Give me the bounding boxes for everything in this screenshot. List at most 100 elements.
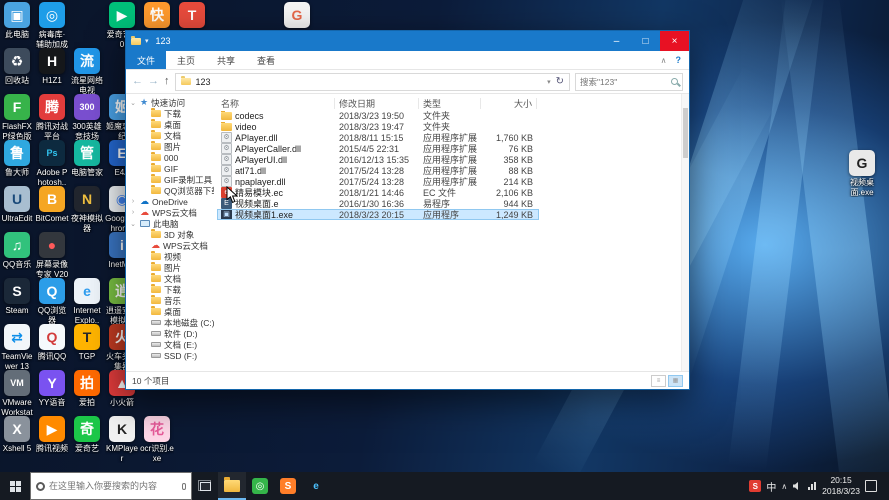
maximize-button[interactable]: □ xyxy=(631,31,660,51)
start-button[interactable] xyxy=(0,472,30,500)
ribbon-tab[interactable]: 文件 xyxy=(126,51,167,69)
nav-item[interactable]: 桌面 xyxy=(126,119,214,130)
desktop-icon[interactable]: ♻ 回收站 xyxy=(0,48,34,86)
desktop-icon[interactable]: ◎ 病毒库·辅助加成 xyxy=(35,2,69,49)
breadcrumb[interactable]: 123 ▾ ↻ xyxy=(174,72,570,91)
column-header[interactable]: 大小 xyxy=(481,97,537,109)
desktop-icon[interactable]: T TGP xyxy=(70,324,104,362)
desktop-icon[interactable]: 拍 爱拍 xyxy=(70,370,104,408)
desktop-icon[interactable]: B BitComet xyxy=(35,186,69,224)
desktop-icon[interactable]: K KMPlayer xyxy=(105,416,139,463)
nav-item[interactable]: 软件 (D:) xyxy=(126,328,214,339)
expander-icon[interactable]: › xyxy=(129,198,137,205)
nav-item[interactable]: ⌄ ★ 快速访问 xyxy=(126,97,214,108)
ribbon-tab[interactable]: 共享 xyxy=(206,51,246,69)
desktop-icon[interactable]: ▶ 腾讯视频 xyxy=(35,416,69,454)
window-titlebar[interactable]: ▾ 123 – □ × xyxy=(126,31,689,51)
task-view-button[interactable] xyxy=(192,472,218,500)
breadcrumb-path[interactable]: 123 xyxy=(196,77,211,87)
taskbar-search-box[interactable] xyxy=(30,472,192,500)
desktop-icon[interactable]: Q 腾讯QQ xyxy=(35,324,69,362)
nav-item[interactable]: › ☁ OneDrive xyxy=(126,196,214,207)
nav-item[interactable]: QQ浏览器下载 xyxy=(126,185,214,196)
file-row[interactable]: ⚙ APlayerUI.dll 2016/12/13 15:35 应用程序扩展 3… xyxy=(217,154,539,165)
desktop-icon[interactable]: N 夜神模拟器 xyxy=(70,186,104,233)
help-icon[interactable]: ? xyxy=(676,55,682,65)
nav-item[interactable]: GIF录制工具 xyxy=(126,174,214,185)
nav-item[interactable]: 文档 (E:) xyxy=(126,339,214,350)
details-view-icon[interactable]: ≡ xyxy=(651,374,666,387)
nav-item[interactable]: 桌面 xyxy=(126,306,214,317)
breadcrumb-dropdown-icon[interactable]: ▾ xyxy=(547,78,551,86)
nav-item[interactable]: SSD (F:) xyxy=(126,350,214,361)
nav-item[interactable]: GIF xyxy=(126,163,214,174)
nav-item[interactable]: ⌄ 此电脑 xyxy=(126,218,214,229)
column-header[interactable]: 名称 xyxy=(217,97,335,109)
expander-icon[interactable]: ⌄ xyxy=(129,220,137,228)
ime-indicator[interactable]: 中 xyxy=(766,479,776,494)
refresh-icon[interactable]: ↻ xyxy=(556,76,564,87)
ribbon-tab[interactable]: 主页 xyxy=(166,51,206,69)
volume-icon[interactable] xyxy=(792,481,802,491)
nav-item[interactable]: 下载 xyxy=(126,284,214,295)
back-icon[interactable]: ← xyxy=(132,76,143,87)
desktop-icon[interactable]: G 视频桌面.exe xyxy=(845,150,879,197)
nav-item[interactable]: 图片 xyxy=(126,141,214,152)
explorer-search-input[interactable] xyxy=(580,76,668,87)
nav-item[interactable]: › ☁ WPS云文档 xyxy=(126,207,214,218)
nav-item[interactable]: 文档 xyxy=(126,273,214,284)
explorer-search-box[interactable] xyxy=(575,72,683,91)
ribbon-collapse-icon[interactable]: ∧ xyxy=(661,56,667,65)
nav-item[interactable]: ☁ WPS云文档 xyxy=(126,240,214,251)
nav-item[interactable]: 音乐 xyxy=(126,295,214,306)
taskbar-search-input[interactable] xyxy=(49,481,178,491)
column-header[interactable]: 修改日期 xyxy=(335,97,419,109)
desktop-icon[interactable]: 腾 腾讯对战平台 xyxy=(35,94,69,141)
tray-expand-icon[interactable]: ∧ xyxy=(781,482,787,491)
desktop-icon[interactable]: F FlashFXP绿色版 xyxy=(0,94,34,141)
desktop-icon[interactable]: ♫ QQ音乐 xyxy=(0,232,34,270)
file-row[interactable]: codecs 2018/3/23 19:50 文件夹 xyxy=(217,110,539,121)
taskbar-app[interactable]: e xyxy=(302,472,330,500)
nav-item[interactable]: 图片 xyxy=(126,262,214,273)
file-row[interactable]: ⚙ APlayer.dll 2018/8/11 15:15 应用程序扩展 1,76… xyxy=(217,132,539,143)
thumbnails-view-icon[interactable]: ▦ xyxy=(668,374,683,387)
desktop-icon[interactable]: 花 ocr识别.exe xyxy=(140,416,174,463)
desktop-icon[interactable]: Ps Adobe Photosh.. xyxy=(35,140,69,187)
desktop-icon[interactable]: 管 电脑管家 xyxy=(70,140,104,178)
scrollbar-thumb[interactable] xyxy=(683,108,688,158)
qat-dropdown-icon[interactable]: ▾ xyxy=(145,37,149,45)
scrollbar[interactable] xyxy=(681,94,689,371)
desktop-icon[interactable]: S Steam xyxy=(0,278,34,316)
desktop-icon[interactable]: 鲁 鲁大师 xyxy=(0,140,34,178)
expander-icon[interactable]: ⌄ xyxy=(129,99,137,107)
desktop-icon[interactable]: ⇄ TeamViewer 13 xyxy=(0,324,34,371)
nav-item[interactable]: 本地磁盘 (C:) xyxy=(126,317,214,328)
nav-item[interactable]: 下载 xyxy=(126,108,214,119)
desktop-icon[interactable]: e Internet Explo.. xyxy=(70,278,104,325)
column-header[interactable]: 类型 xyxy=(419,97,481,109)
desktop-icon[interactable]: H H1Z1 xyxy=(35,48,69,86)
file-row[interactable]: ⚙ atl71.dll 2017/5/24 13:28 应用程序扩展 88 KB xyxy=(217,165,539,176)
minimize-button[interactable]: – xyxy=(602,31,631,51)
microphone-icon[interactable] xyxy=(182,482,186,490)
taskbar-app[interactable]: S xyxy=(274,472,302,500)
file-row[interactable]: video 2018/3/23 19:47 文件夹 xyxy=(217,121,539,132)
expander-icon[interactable]: › xyxy=(129,209,137,216)
desktop-icon[interactable]: ▣ 此电脑 xyxy=(0,2,34,40)
file-row[interactable]: ▣ 视频桌面1.exe 2018/3/23 20:15 应用程序 1,249 KB xyxy=(217,209,539,220)
notification-center-icon[interactable] xyxy=(865,480,877,492)
desktop-icon[interactable]: Q QQ浏览器 xyxy=(35,278,69,325)
nav-item[interactable]: 3D 对象 xyxy=(126,229,214,240)
nav-item[interactable]: 000 xyxy=(126,152,214,163)
desktop-icon[interactable]: Y YY语音 xyxy=(35,370,69,408)
nav-item[interactable]: 文档 xyxy=(126,130,214,141)
ribbon-tab[interactable]: 查看 xyxy=(246,51,286,69)
network-icon[interactable] xyxy=(807,481,817,491)
close-button[interactable]: × xyxy=(660,31,689,51)
sogou-ime-icon[interactable]: S xyxy=(749,480,762,492)
desktop-icon[interactable]: 300 300英雄竞技场 xyxy=(70,94,104,141)
desktop-icon[interactable]: U UltraEdit xyxy=(0,186,34,224)
desktop-icon[interactable]: 奇 爱奇艺 xyxy=(70,416,104,454)
desktop-icon[interactable]: 流 流星网络电视 xyxy=(70,48,104,95)
